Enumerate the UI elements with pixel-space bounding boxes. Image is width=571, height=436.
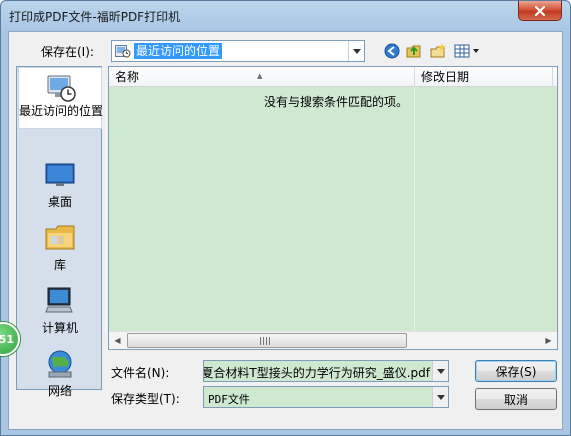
network-icon (48, 350, 72, 378)
places-bar: 最近访问的位置 桌面 库 计算机 网络 (16, 66, 104, 398)
column-divider (414, 87, 415, 343)
file-list[interactable]: 名称 ▲ 修改日期 真 没有与搜索条件匹配的项。 ◀ (108, 66, 558, 350)
save-in-dropdown-button[interactable] (348, 41, 364, 61)
scroll-left-button[interactable]: ◀ (109, 332, 126, 349)
recent-places-icon (115, 45, 131, 58)
save-in-value: 最近访问的位置 (134, 43, 223, 59)
save-button[interactable]: 保存(S) (475, 360, 557, 382)
chevron-left-icon: ◀ (114, 336, 121, 345)
close-icon (534, 5, 546, 16)
views-menu-button[interactable] (453, 41, 481, 61)
column-name[interactable]: 名称 ▲ (109, 67, 415, 87)
save-dialog-window: 打印成PDF文件-福昕PDF打印机 保存在(I): 最近访问的位置 最近访问的位… (0, 0, 571, 436)
file-type-label: 保存类型(T): (111, 392, 180, 406)
cancel-button[interactable]: 取消 (475, 388, 557, 410)
title-bar[interactable]: 打印成PDF文件-福昕PDF打印机 (1, 1, 570, 31)
chevron-down-icon (352, 48, 361, 54)
place-label: 网络 (47, 384, 72, 398)
new-folder-icon (430, 43, 446, 58)
file-name-dropdown-button[interactable] (432, 361, 448, 381)
desktop-icon (45, 163, 75, 186)
file-type-value: PDF文件 (208, 393, 250, 406)
file-name-value: 夏合材料T型接头的力学行为研究_盛仪.pdf (203, 366, 430, 380)
chevron-down-icon (436, 368, 445, 374)
views-menu-icon (454, 44, 479, 58)
file-type-select[interactable]: PDF文件 (203, 386, 449, 408)
file-name-label: 文件名(N): (111, 366, 170, 380)
back-icon (384, 43, 400, 59)
list-header: 名称 ▲ 修改日期 真 (109, 67, 557, 87)
horizontal-scrollbar[interactable]: ◀ ▶ (109, 331, 557, 349)
dialog-client-area: 保存在(I): 最近访问的位置 最近访问的位置 桌面 库 计算机 网络 名称 ▲… (8, 31, 563, 430)
save-in-combo[interactable]: 最近访问的位置 (111, 40, 365, 62)
up-folder-button[interactable] (405, 41, 423, 61)
place-libraries[interactable]: 库 (18, 218, 102, 280)
libraries-icon (45, 225, 75, 250)
window-title: 打印成PDF文件-福昕PDF打印机 (9, 10, 181, 24)
place-desktop[interactable]: 桌面 (18, 155, 102, 217)
column-type[interactable]: 真 (553, 67, 557, 87)
column-modified-date[interactable]: 修改日期 (415, 67, 553, 87)
new-folder-button[interactable] (429, 41, 447, 61)
place-computer[interactable]: 计算机 (18, 281, 102, 343)
scroll-right-button[interactable]: ▶ (540, 332, 557, 349)
computer-icon (45, 287, 73, 313)
file-type-dropdown-button[interactable] (432, 387, 448, 407)
column-modified-label: 修改日期 (421, 70, 470, 84)
recent-places-icon (47, 75, 76, 102)
up-folder-icon (406, 45, 421, 58)
place-label: 桌面 (47, 195, 72, 209)
back-button[interactable] (383, 41, 401, 61)
chevron-right-icon: ▶ (545, 336, 552, 345)
place-recent[interactable]: 最近访问的位置 (18, 67, 104, 129)
column-name-label: 名称 (115, 70, 140, 84)
chevron-down-icon (436, 394, 445, 400)
sort-ascending-icon: ▲ (257, 72, 263, 80)
empty-message: 没有与搜索条件匹配的项。 (264, 95, 409, 109)
place-label: 最近访问的位置 (19, 104, 104, 118)
scroll-thumb[interactable] (127, 333, 407, 348)
save-in-label: 保存在(I): (41, 45, 94, 59)
close-button[interactable] (518, 1, 562, 21)
place-label: 计算机 (41, 321, 78, 335)
place-network[interactable]: 网络 (18, 344, 102, 406)
scroll-grip (260, 337, 272, 345)
file-name-input[interactable]: 夏合材料T型接头的力学行为研究_盛仪.pdf (203, 360, 449, 382)
place-label: 库 (53, 258, 66, 272)
